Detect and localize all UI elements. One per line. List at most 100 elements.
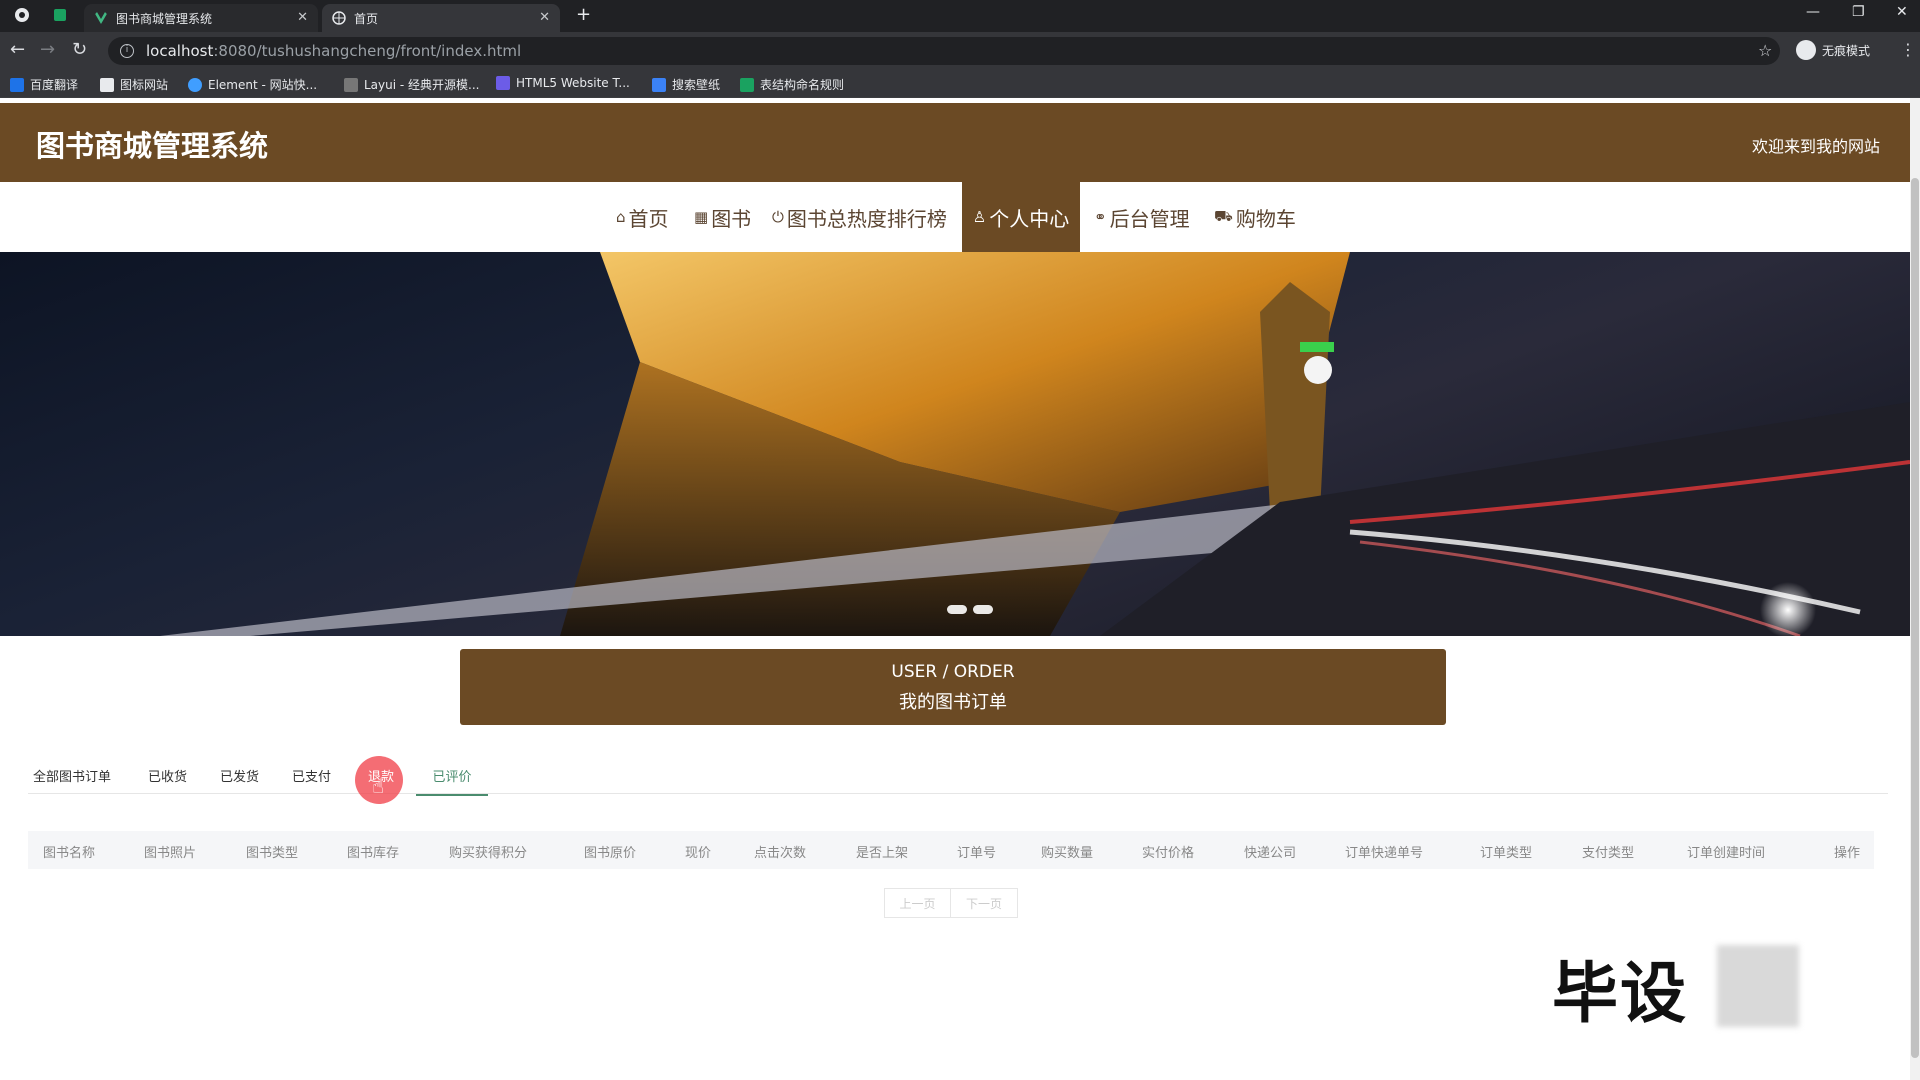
bookmark-label: 图标网站	[120, 78, 169, 92]
bookmark-label: 搜索壁纸	[672, 78, 721, 92]
browser-toolbar: ← → ↻ i localhost :8080/tushushangcheng/…	[0, 32, 1920, 70]
translate-icon	[10, 77, 24, 92]
incognito-icon	[1796, 40, 1816, 60]
column-header[interactable]: 是否上架	[856, 842, 908, 861]
close-icon[interactable]: ✕	[539, 10, 550, 25]
column-header[interactable]: 购买数量	[1041, 842, 1093, 861]
nav-books[interactable]: ▦ 图书	[684, 182, 761, 252]
bookmark-label: 百度翻译	[30, 78, 79, 92]
order-status-tabs: 全部图书订单 已收货 已发货 已支付 已评价	[28, 758, 1888, 796]
link-icon: ⚭	[1094, 208, 1107, 226]
column-header[interactable]: 支付类型	[1582, 842, 1634, 861]
restore-icon[interactable]: ❐	[1852, 4, 1865, 20]
column-header[interactable]: 图书类型	[246, 842, 298, 861]
forward-icon[interactable]: →	[40, 40, 55, 60]
browser-tab-bar: 图书商城管理系统 ✕ 首页 ✕ + — ❐ ✕	[0, 0, 1920, 32]
bookmark-item[interactable]: 百度翻译	[10, 76, 78, 93]
flag-icon	[100, 77, 114, 92]
minimize-icon[interactable]: —	[1806, 4, 1820, 20]
user-icon: ♙	[972, 208, 987, 226]
bookmark-label: Layui - 经典开源模...	[364, 78, 480, 92]
nav-label: 图书总热度排行榜	[786, 206, 947, 231]
close-icon[interactable]: ✕	[297, 10, 308, 25]
globe-icon	[332, 11, 346, 25]
nav-label: 个人中心	[989, 206, 1070, 231]
tab-paid[interactable]: 已支付	[292, 766, 331, 785]
bookmark-item[interactable]: HTML5 Website T...	[496, 76, 630, 90]
tab-reviewed[interactable]: 已评价	[416, 766, 488, 796]
sheet-icon	[740, 77, 754, 92]
column-header[interactable]: 图书照片	[144, 842, 196, 861]
bookmark-item[interactable]: 图标网站	[100, 76, 168, 93]
tab-admin[interactable]: 图书商城管理系统 ✕	[84, 4, 318, 32]
column-header[interactable]: 购买获得积分	[449, 842, 527, 861]
bookmark-item[interactable]: 搜索壁纸	[652, 76, 720, 93]
column-header[interactable]: 快递公司	[1244, 842, 1296, 861]
column-header[interactable]: 实付价格	[1142, 842, 1194, 861]
site-title: 图书商城管理系统	[36, 129, 269, 163]
prev-page-button[interactable]: 上一页	[884, 888, 951, 918]
nav-home[interactable]: ⌂ 首页	[606, 182, 679, 252]
main-nav: ⌂ 首页 ▦ 图书 ⏻ 图书总热度排行榜 ♙ 个人中心 ⚭ 后台管理 ⛟ 购物车	[0, 182, 1910, 252]
incognito-indicator[interactable]: 无痕模式	[1796, 40, 1870, 60]
reload-icon[interactable]: ↻	[72, 40, 87, 60]
cart-icon: ⛟	[1214, 207, 1233, 225]
bookmark-label: HTML5 Website T...	[516, 76, 630, 90]
incognito-label: 无痕模式	[1822, 43, 1871, 58]
window-close-icon[interactable]: ✕	[1896, 4, 1908, 20]
nav-ranking[interactable]: ⏻ 图书总热度排行榜	[762, 182, 957, 252]
pointer-cursor-icon: ☝	[372, 774, 385, 798]
column-header[interactable]: 订单创建时间	[1687, 842, 1765, 861]
nav-profile[interactable]: ♙ 个人中心	[962, 182, 1080, 252]
new-tab-icon[interactable]: +	[576, 4, 591, 25]
tab-title: 图书商城管理系统	[116, 11, 213, 26]
tab-title: 首页	[354, 11, 379, 26]
back-icon[interactable]: ←	[10, 40, 25, 60]
pagination: 上一页 下一页	[884, 888, 1018, 918]
bookmarks-bar: 百度翻译 图标网站 Element - 网站快... Layui - 经典开源模…	[0, 70, 1920, 98]
column-header[interactable]: 图书原价	[584, 842, 636, 861]
page-content: 图书商城管理系统 欢迎来到我的网站 ⌂ 首页 ▦ 图书 ⏻ 图书总热度排行榜 ♙ 个人中…	[0, 98, 1910, 1080]
column-header[interactable]: 图书名称	[43, 842, 95, 861]
column-header[interactable]: 点击次数	[754, 842, 806, 861]
column-header[interactable]: 图书库存	[347, 842, 399, 861]
column-header[interactable]: 操作	[1834, 842, 1860, 861]
layui-icon	[344, 77, 358, 92]
bookmark-item[interactable]: Element - 网站快...	[188, 76, 317, 93]
column-header[interactable]: 现价	[685, 842, 711, 861]
grid-icon: ▦	[694, 208, 709, 226]
tab-home[interactable]: 首页 ✕	[322, 4, 560, 32]
section-title-cn: 我的图书订单	[899, 692, 1007, 713]
nav-label: 后台管理	[1109, 206, 1190, 231]
section-title-en: USER / ORDER	[891, 662, 1015, 682]
browser-logo-icon	[15, 8, 29, 22]
home-icon: ⌂	[616, 208, 626, 226]
banner-carousel[interactable]	[0, 252, 1910, 636]
bookmark-item[interactable]: 表结构命名规则	[740, 76, 844, 93]
carousel-dot[interactable]	[947, 605, 967, 614]
banner-image	[160, 252, 1910, 636]
next-page-button[interactable]: 下一页	[951, 888, 1018, 918]
bookmark-star-icon[interactable]: ☆	[1758, 41, 1772, 60]
address-bar[interactable]: i localhost :8080/tushushangcheng/front/…	[108, 37, 1780, 65]
page-scrollbar[interactable]	[1910, 98, 1920, 1080]
tab-received[interactable]: 已收货	[148, 766, 187, 785]
welcome-text: 欢迎来到我的网站	[1751, 137, 1880, 156]
tab-shipped[interactable]: 已发货	[220, 766, 259, 785]
blurred-watermark-region	[1717, 945, 1799, 1027]
pinned-tab-icon[interactable]	[52, 7, 68, 23]
scrollbar-thumb[interactable]	[1911, 178, 1919, 1058]
tab-all-orders[interactable]: 全部图书订单	[33, 766, 111, 785]
vue-icon	[94, 12, 108, 24]
site-header: 图书商城管理系统 欢迎来到我的网站	[0, 103, 1910, 182]
nav-label: 首页	[628, 206, 669, 231]
column-header[interactable]: 订单快递单号	[1345, 842, 1423, 861]
column-header[interactable]: 订单号	[957, 842, 996, 861]
carousel-dot[interactable]	[973, 605, 993, 614]
nav-cart[interactable]: ⛟ 购物车	[1204, 182, 1306, 252]
bookmark-item[interactable]: Layui - 经典开源模...	[344, 76, 479, 93]
info-icon[interactable]: i	[120, 44, 134, 58]
nav-admin[interactable]: ⚭ 后台管理	[1084, 182, 1200, 252]
browser-menu-icon[interactable]: ⋮	[1900, 40, 1916, 59]
column-header[interactable]: 订单类型	[1480, 842, 1532, 861]
